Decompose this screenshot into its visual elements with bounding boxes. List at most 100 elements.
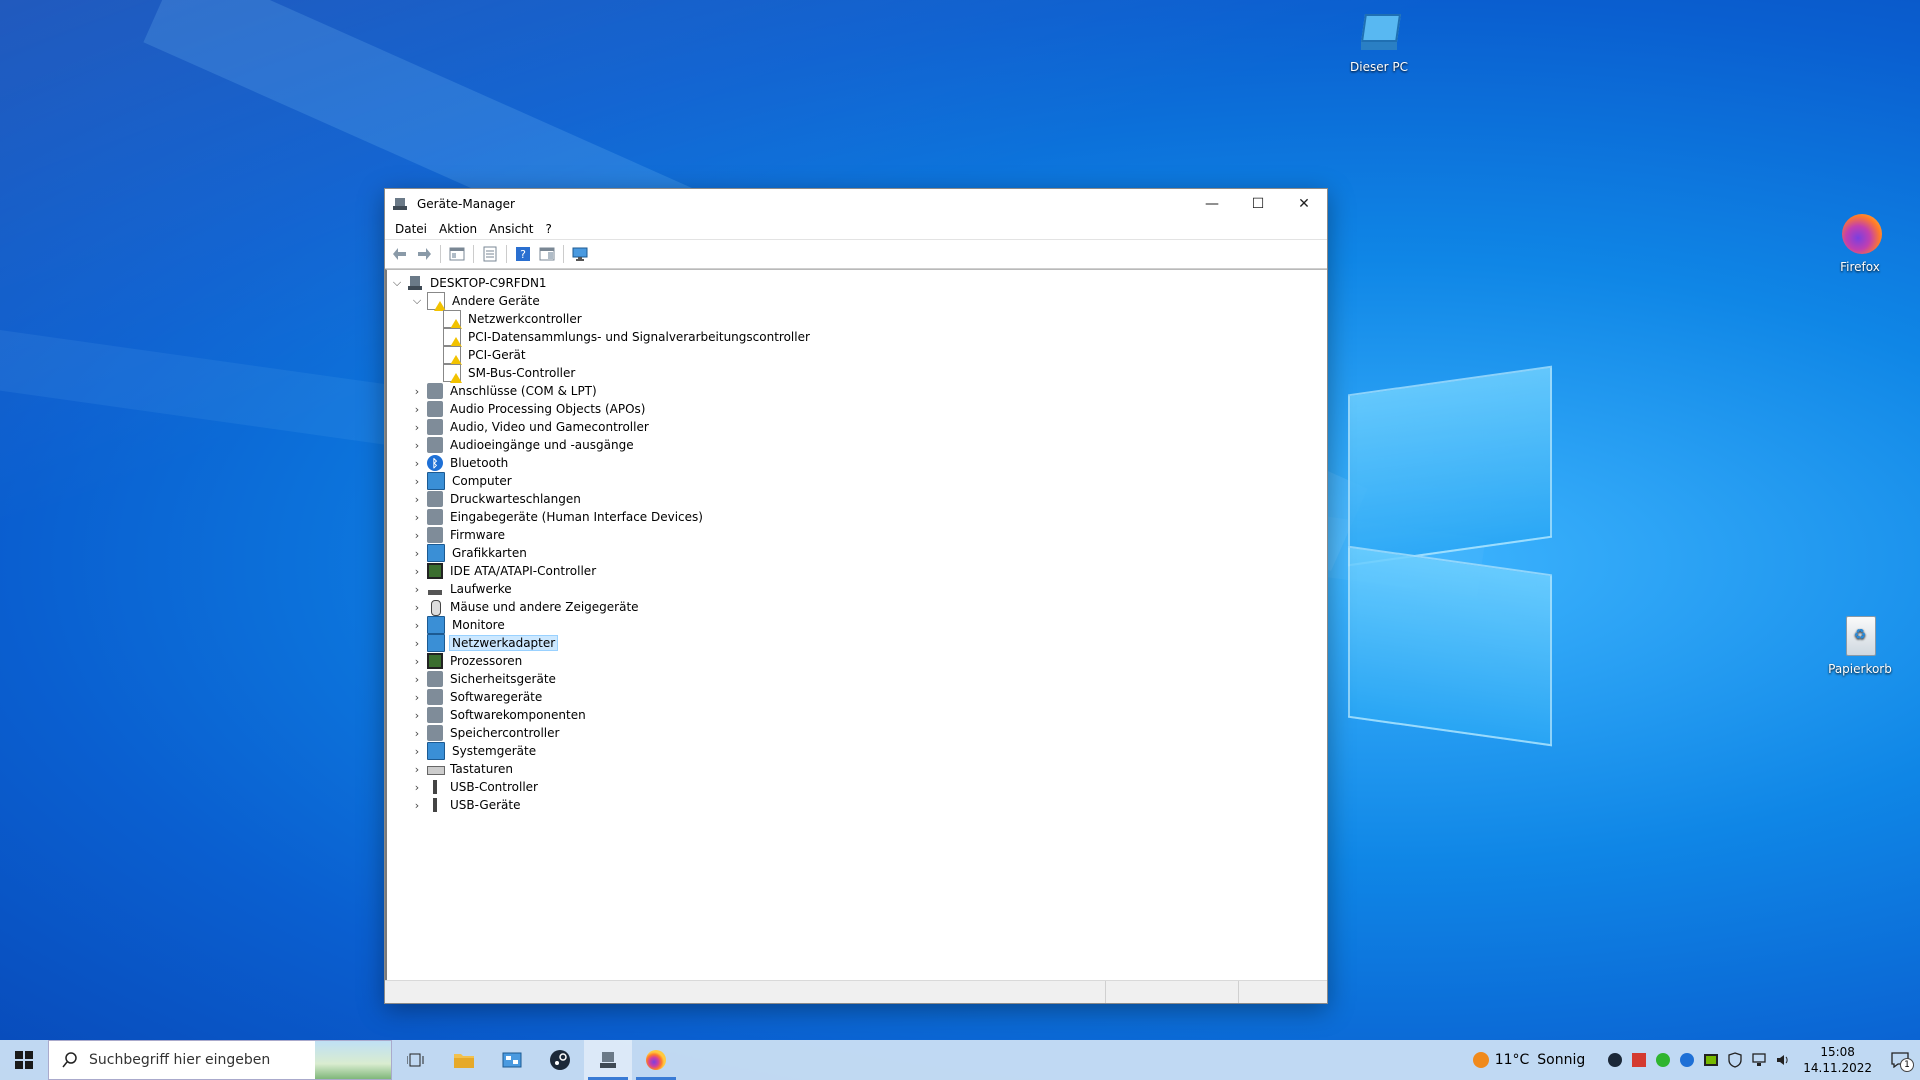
device-manager-taskbar-button[interactable] [584, 1040, 632, 1080]
menu-datei[interactable]: Datei [389, 222, 433, 236]
chevron-right-icon[interactable]: › [409, 382, 425, 400]
tree-category-apos[interactable]: › Audio Processing Objects (APOs) [387, 400, 1327, 418]
show-hide-console-tree-button[interactable] [446, 243, 468, 265]
tree-category-systemgeraete[interactable]: › Systemgeräte [387, 742, 1327, 760]
tree-device-netzwerkcontroller[interactable]: Netzwerkcontroller [387, 310, 1327, 329]
chevron-right-icon[interactable]: › [409, 652, 425, 670]
tree-category-laufwerke[interactable]: › Laufwerke [387, 580, 1327, 598]
tree-category-bluetooth[interactable]: › ᛒ Bluetooth [387, 454, 1327, 472]
tree-category-speichercontroller[interactable]: › Speichercontroller [387, 724, 1327, 742]
status-cell [1105, 981, 1238, 1003]
chevron-right-icon[interactable]: › [409, 616, 425, 634]
tree-category-softwaregeraete[interactable]: › Softwaregeräte [387, 688, 1327, 706]
chevron-right-icon[interactable]: › [409, 526, 425, 544]
tree-category-grafikkarten[interactable]: › Grafikkarten [387, 544, 1327, 562]
chevron-right-icon[interactable]: › [409, 760, 425, 778]
chevron-right-icon[interactable]: › [409, 778, 425, 796]
title-bar[interactable]: Geräte-Manager — ☐ ✕ [385, 189, 1327, 219]
tree-category-softwarekomponenten[interactable]: › Softwarekomponenten [387, 706, 1327, 724]
scan-hardware-button[interactable] [569, 243, 591, 265]
app-tray-icon-red[interactable] [1627, 1040, 1651, 1080]
tree-category-netzwerkadapter[interactable]: › Netzwerkadapter [387, 634, 1327, 652]
tree-category-prozessoren[interactable]: › Prozessoren [387, 652, 1327, 670]
action-pane-button[interactable] [536, 243, 558, 265]
action-pane-icon [539, 247, 555, 261]
chevron-right-icon[interactable]: › [409, 670, 425, 688]
tree-device-pci-datensammlung[interactable]: PCI-Datensammlungs- und Signalverarbeitu… [387, 328, 1327, 347]
chevron-right-icon[interactable]: › [409, 634, 425, 652]
tree-category-andere-geraete[interactable]: ⌵ Andere Geräte [387, 292, 1327, 311]
tree-category-label: Sicherheitsgeräte [450, 672, 556, 686]
firefox-taskbar-button[interactable] [632, 1040, 680, 1080]
chevron-right-icon[interactable]: › [409, 724, 425, 742]
tree-root[interactable]: ⌵ DESKTOP-C9RFDN1 [387, 274, 1327, 292]
chevron-right-icon[interactable]: › [409, 508, 425, 526]
menu-help[interactable]: ? [539, 222, 557, 236]
forward-button[interactable] [413, 243, 435, 265]
chevron-down-icon[interactable]: ⌵ [409, 292, 425, 310]
chevron-right-icon[interactable]: › [409, 796, 425, 814]
close-button[interactable]: ✕ [1281, 189, 1327, 219]
network-icon[interactable] [1747, 1040, 1771, 1080]
chevron-right-icon[interactable]: › [409, 472, 425, 490]
weather-condition[interactable]: Sonnig [1537, 1052, 1585, 1068]
tree-category-druckwarteschlangen[interactable]: › Druckwarteschlangen [387, 490, 1327, 508]
chevron-right-icon[interactable]: › [409, 454, 425, 472]
chevron-right-icon[interactable]: › [409, 706, 425, 724]
weather-temp[interactable]: 11°C [1495, 1052, 1530, 1068]
back-button[interactable] [389, 243, 411, 265]
chevron-down-icon[interactable]: ⌵ [389, 274, 405, 292]
start-button[interactable] [0, 1040, 48, 1080]
chevron-right-icon[interactable]: › [409, 688, 425, 706]
tree-category-computer[interactable]: › Computer [387, 472, 1327, 490]
tree-device-pci-geraet[interactable]: PCI-Gerät [387, 346, 1327, 365]
tree-category-eingabegeraete[interactable]: › Eingabegeräte (Human Interface Devices) [387, 508, 1327, 526]
menu-ansicht[interactable]: Ansicht [483, 222, 539, 236]
chevron-right-icon[interactable]: › [409, 598, 425, 616]
minimize-button[interactable]: — [1189, 189, 1235, 219]
chevron-right-icon[interactable]: › [409, 400, 425, 418]
tree-category-firmware[interactable]: › Firmware [387, 526, 1327, 544]
speaker-icon [427, 401, 443, 417]
chevron-right-icon[interactable]: › [409, 490, 425, 508]
chevron-right-icon[interactable]: › [409, 436, 425, 454]
chevron-right-icon[interactable]: › [409, 580, 425, 598]
tree-device-sm-bus-controller[interactable]: SM-Bus-Controller [387, 364, 1327, 383]
desktop-icon-this-pc[interactable]: Dieser PC [1334, 10, 1424, 74]
properties-button[interactable] [479, 243, 501, 265]
tree-category-audio-video[interactable]: › Audio, Video und Gamecontroller [387, 418, 1327, 436]
desktop-icon-firefox[interactable]: Firefox [1815, 210, 1905, 274]
nvidia-tray-icon[interactable] [1699, 1040, 1723, 1080]
help-button[interactable]: ? [512, 243, 534, 265]
tree-category-maeuse[interactable]: › Mäuse und andere Zeigegeräte [387, 598, 1327, 616]
notification-center-button[interactable]: 1 [1880, 1040, 1920, 1080]
tree-category-audioeingaenge[interactable]: › Audioeingänge und -ausgänge [387, 436, 1327, 454]
chevron-right-icon[interactable]: › [409, 742, 425, 760]
task-view-button[interactable] [392, 1040, 440, 1080]
tree-category-monitore[interactable]: › Monitore [387, 616, 1327, 634]
steam-tray-icon[interactable] [1603, 1040, 1627, 1080]
tree-category-usb-geraete[interactable]: › USB-Geräte [387, 796, 1327, 814]
file-explorer-button[interactable] [440, 1040, 488, 1080]
bluetooth-tray-icon[interactable] [1675, 1040, 1699, 1080]
chevron-right-icon[interactable]: › [409, 562, 425, 580]
tree-category-sicherheitsgeraete[interactable]: › Sicherheitsgeräte [387, 670, 1327, 688]
clock[interactable]: 15:08 14.11.2022 [1795, 1044, 1880, 1076]
security-shield-icon[interactable] [1723, 1040, 1747, 1080]
chevron-right-icon[interactable]: › [409, 544, 425, 562]
desktop-icon-recycle-bin[interactable]: ♻ Papierkorb [1815, 612, 1905, 676]
control-panel-button[interactable] [488, 1040, 536, 1080]
taskbar-search-box[interactable]: Suchbegriff hier eingeben [48, 1040, 392, 1080]
steam-button[interactable] [536, 1040, 584, 1080]
tree-category-ide-ata[interactable]: › IDE ATA/ATAPI-Controller [387, 562, 1327, 580]
weather-sun-icon[interactable] [1467, 1040, 1495, 1080]
volume-icon[interactable] [1771, 1040, 1795, 1080]
tree-category-anschluesse[interactable]: › Anschlüsse (COM & LPT) [387, 382, 1327, 400]
menu-aktion[interactable]: Aktion [433, 222, 483, 236]
maximize-button[interactable]: ☐ [1235, 189, 1281, 219]
tree-category-usb-controller[interactable]: › USB-Controller [387, 778, 1327, 796]
chevron-right-icon[interactable]: › [409, 418, 425, 436]
tree-category-tastaturen[interactable]: › Tastaturen [387, 760, 1327, 778]
tree-category-label: Softwaregeräte [450, 690, 543, 704]
app-tray-icon-green[interactable] [1651, 1040, 1675, 1080]
